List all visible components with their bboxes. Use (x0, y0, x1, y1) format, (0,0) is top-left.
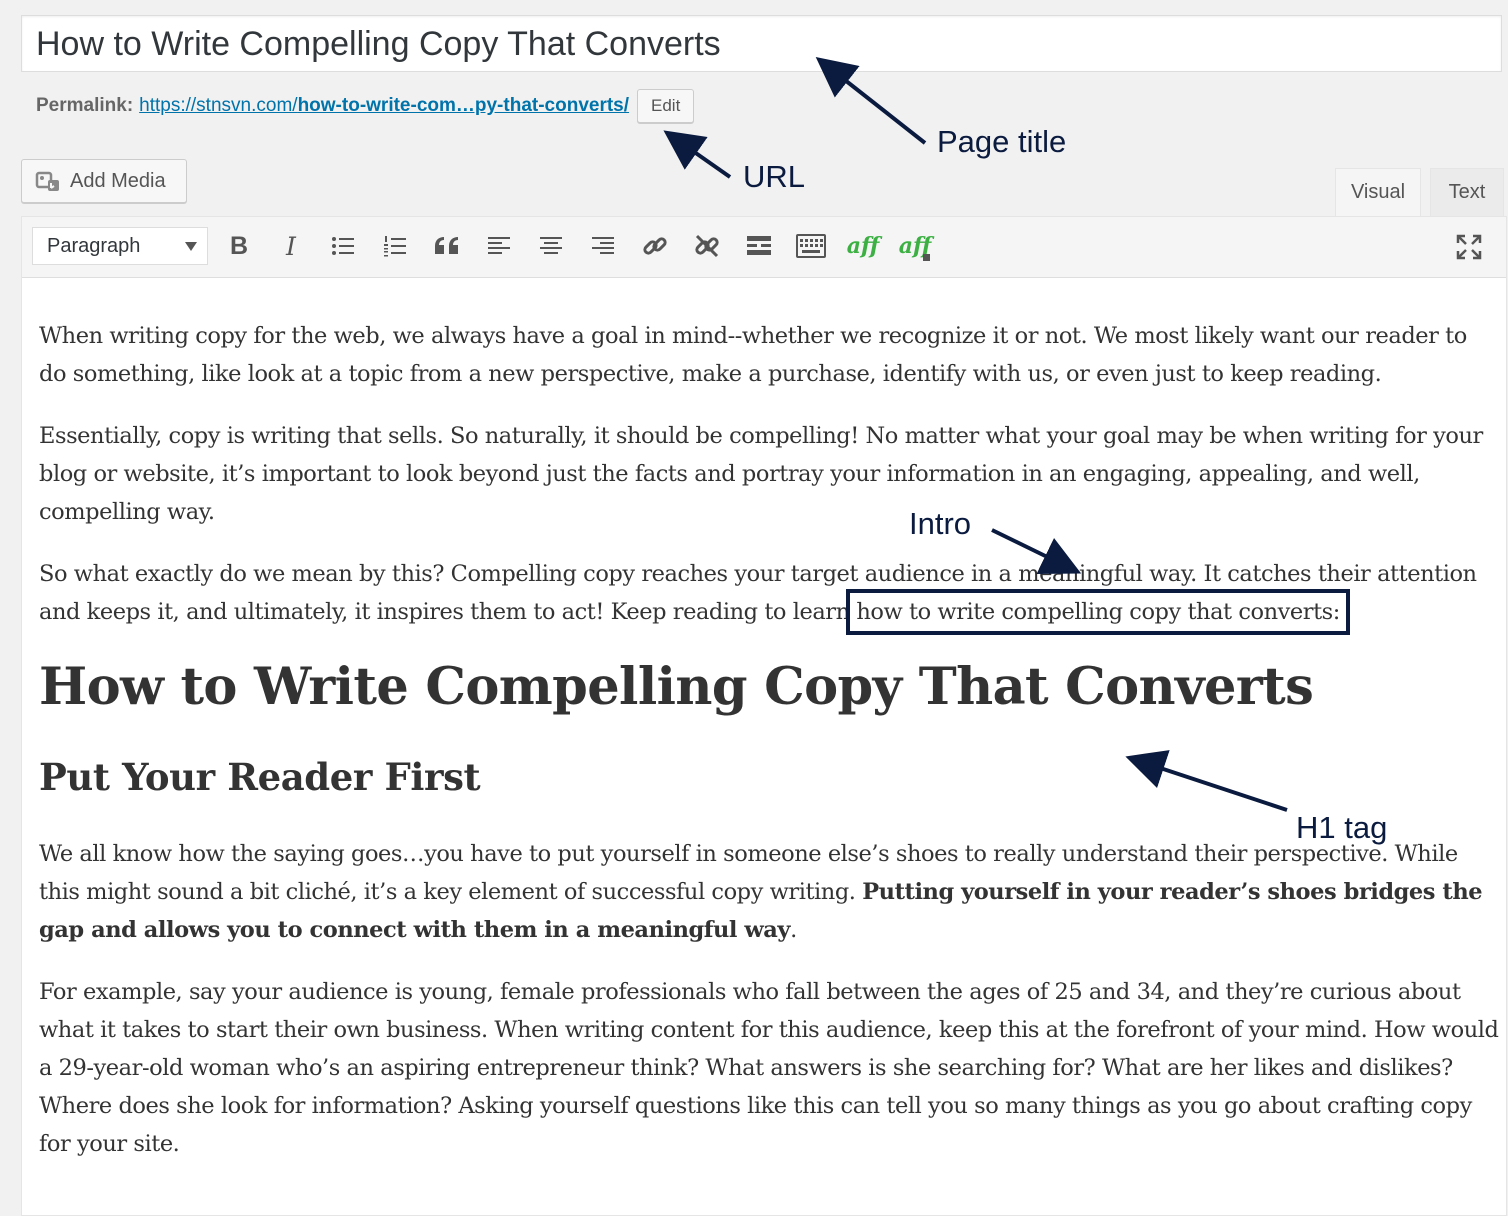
url-arrow (663, 130, 732, 179)
page-title-arrow (815, 57, 927, 145)
url-annotation: URL (743, 159, 806, 194)
intro-annotation: Intro (909, 506, 972, 541)
h1-arrow (1125, 750, 1288, 812)
intro-arrow (991, 528, 1082, 574)
h1-tag-annotation: H1 tag (1296, 810, 1388, 845)
page-title-annotation: Page title (937, 124, 1067, 159)
